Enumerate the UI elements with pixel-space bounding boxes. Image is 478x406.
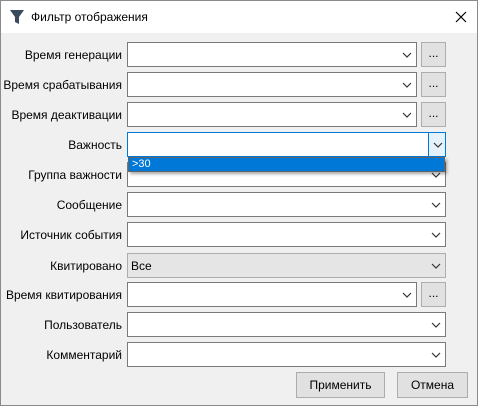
row-comment: Комментарий — [1, 342, 477, 368]
ack-time-ellipsis-button[interactable]: ... — [421, 282, 446, 307]
title-bar: Фильтр отображения — [1, 1, 477, 33]
row-deactivation-time: Время деактивации ... — [1, 102, 477, 128]
importance-dropdown-list: >30 — [128, 157, 445, 172]
field-label: Группа важности — [28, 168, 122, 182]
chevron-down-icon[interactable] — [428, 133, 445, 156]
trigger-time-combo[interactable] — [127, 72, 417, 97]
field-label: Комментарий — [46, 348, 122, 362]
row-user: Пользователь — [1, 312, 477, 338]
chevron-down-icon[interactable] — [398, 43, 416, 66]
row-ack-time: Время квитирования ... — [1, 282, 477, 308]
chevron-down-icon[interactable] — [427, 223, 445, 246]
acknowledged-combo[interactable]: Все — [127, 253, 446, 278]
row-importance: Важность — [1, 132, 477, 158]
field-label: Источник события — [20, 228, 122, 242]
event-source-combo[interactable] — [127, 222, 446, 247]
field-label: Время деактивации — [11, 108, 122, 122]
acknowledged-value: Все — [131, 259, 152, 273]
field-label: Важность — [68, 138, 122, 152]
window-title: Фильтр отображения — [31, 10, 148, 24]
chevron-down-icon[interactable] — [427, 193, 445, 216]
user-combo[interactable] — [127, 312, 446, 337]
filter-dialog: Фильтр отображения Время генерации ... В… — [0, 0, 478, 406]
importance-combo[interactable] — [127, 132, 446, 157]
row-event-source: Источник события — [1, 222, 477, 248]
row-trigger-time: Время срабатывания ... — [1, 72, 477, 98]
row-acknowledged: Квитировано Все — [1, 253, 477, 279]
generation-time-combo[interactable] — [127, 42, 417, 67]
row-generation-time: Время генерации ... — [1, 42, 477, 68]
chevron-down-icon[interactable] — [398, 73, 416, 96]
chevron-down-icon[interactable] — [427, 254, 445, 277]
comment-combo[interactable] — [127, 342, 446, 367]
deactivation-time-ellipsis-button[interactable]: ... — [421, 102, 446, 127]
ack-time-combo[interactable] — [127, 282, 417, 307]
chevron-down-icon[interactable] — [427, 313, 445, 336]
dropdown-option[interactable]: >30 — [129, 158, 444, 171]
chevron-down-icon[interactable] — [398, 283, 416, 306]
field-label: Время срабатывания — [3, 78, 122, 92]
trigger-time-ellipsis-button[interactable]: ... — [421, 72, 446, 97]
field-label: Время генерации — [24, 48, 122, 62]
generation-time-ellipsis-button[interactable]: ... — [421, 42, 446, 67]
row-message: Сообщение — [1, 192, 477, 218]
chevron-down-icon[interactable] — [398, 103, 416, 126]
chevron-down-icon[interactable] — [427, 343, 445, 366]
deactivation-time-combo[interactable] — [127, 102, 417, 127]
close-button[interactable] — [445, 1, 477, 33]
field-label: Квитировано — [50, 259, 122, 273]
field-label: Сообщение — [56, 198, 122, 212]
message-combo[interactable] — [127, 192, 446, 217]
funnel-icon — [9, 8, 25, 26]
cancel-button[interactable]: Отмена — [397, 372, 468, 398]
field-label: Пользователь — [44, 318, 122, 332]
close-icon — [455, 11, 467, 23]
apply-button[interactable]: Применить — [296, 372, 385, 398]
field-label: Время квитирования — [5, 288, 122, 302]
